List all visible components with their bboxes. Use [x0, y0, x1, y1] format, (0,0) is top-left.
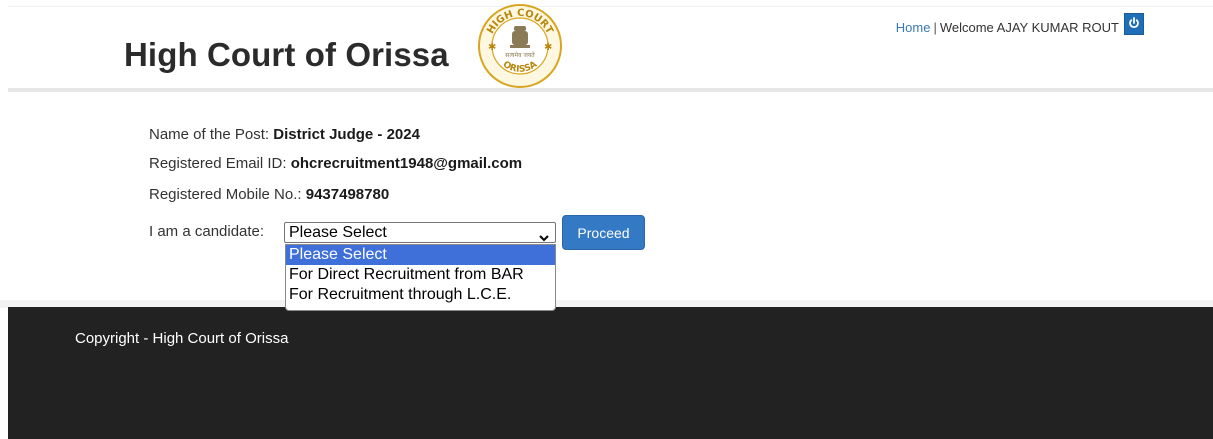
svg-text:✱: ✱: [488, 42, 496, 53]
header-divider: [8, 88, 1213, 92]
svg-text:सत्यमेव जयते: सत्यमेव जयते: [505, 51, 535, 59]
email-row: Registered Email ID: ohcrecruitment1948@…: [149, 155, 522, 172]
site-title: High Court of Orissa: [124, 36, 449, 73]
candidate-type-select[interactable]: Please Select: [284, 222, 556, 243]
svg-text:✱: ✱: [544, 42, 552, 53]
mobile-value: 9437498780: [305, 186, 390, 203]
nav-separator: |: [933, 19, 937, 35]
proceed-button[interactable]: Proceed: [562, 215, 645, 250]
post-name-row: Name of the Post: District Judge - 2024: [149, 126, 420, 143]
mobile-row: Registered Mobile No.: 9437498780: [149, 186, 389, 203]
email-value: ohcrecruitment1948@gmail.com: [290, 155, 523, 172]
post-label: Name of the Post:: [149, 126, 270, 143]
home-link[interactable]: Home: [896, 20, 931, 35]
option-lce-recruitment[interactable]: For Recruitment through L.C.E.: [286, 285, 555, 305]
candidate-type-options: Please Select For Direct Recruitment fro…: [285, 244, 556, 311]
power-icon: [1128, 16, 1140, 32]
select-value: Please Select: [289, 224, 387, 241]
copyright-text: Copyright - High Court of Orissa: [75, 330, 289, 347]
candidate-label: I am a candidate:: [149, 223, 265, 240]
option-please-select[interactable]: Please Select: [286, 245, 555, 265]
top-nav: Home | Welcome AJAY KUMAR ROUT: [896, 13, 1144, 35]
mobile-label: Registered Mobile No.:: [149, 186, 302, 203]
logout-button[interactable]: [1124, 13, 1144, 35]
email-label: Registered Email ID:: [149, 155, 287, 172]
court-emblem-logo: HIGH COURT ORISSA ✱ ✱ सत्यमेव जयते: [474, 2, 566, 90]
footer: [8, 307, 1213, 439]
option-direct-recruitment[interactable]: For Direct Recruitment from BAR: [286, 265, 555, 285]
welcome-text: Welcome AJAY KUMAR ROUT: [939, 19, 1119, 35]
post-value: District Judge - 2024: [273, 126, 420, 143]
